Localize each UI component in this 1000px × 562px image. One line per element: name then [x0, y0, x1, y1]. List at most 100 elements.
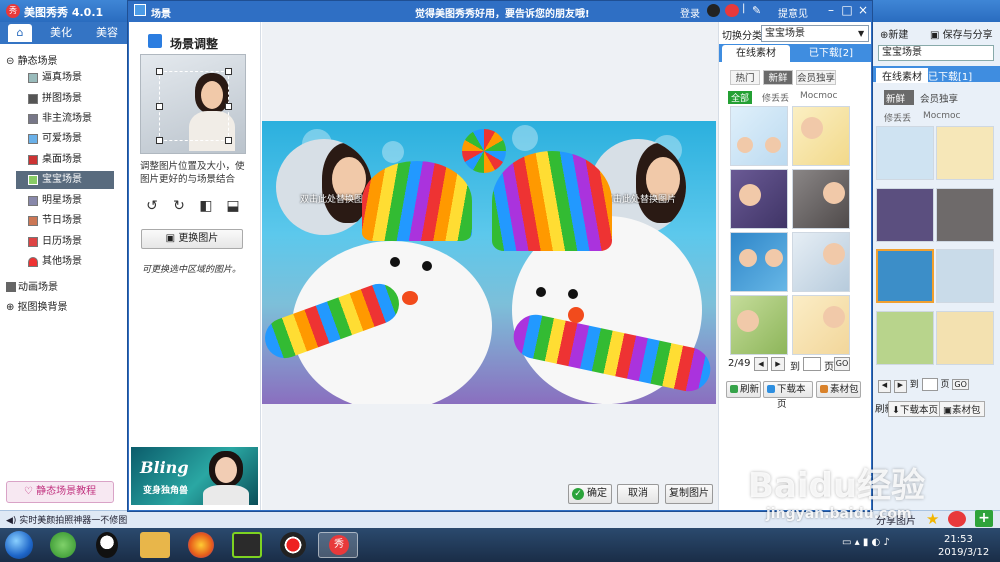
material-thumb[interactable] [792, 232, 850, 292]
download-page-button[interactable]: 下载本页 [763, 381, 813, 410]
go-button[interactable]: GO [834, 357, 850, 371]
static-scene-tutorial-button[interactable]: ♡ 静态场景教程 [6, 481, 114, 503]
filter-xiudiudiu[interactable]: 修丢丢 [762, 91, 789, 104]
tab-downloaded[interactable]: 已下载[2] [795, 45, 867, 62]
start-button-icon[interactable] [5, 531, 33, 559]
screen-recorder-icon[interactable] [280, 532, 306, 558]
refresh-button[interactable]: 刷新 [726, 381, 761, 398]
page-number-input[interactable] [803, 357, 821, 371]
new-button[interactable]: ⊕新建 [880, 26, 908, 41]
login-link[interactable]: 登录 [680, 5, 700, 20]
category-select[interactable]: 宝宝场景 [761, 25, 869, 42]
subtab-new[interactable]: 新鲜 [763, 70, 793, 85]
add-icon[interactable]: + [975, 510, 993, 527]
qq-icon[interactable] [96, 532, 118, 558]
tree-group-animated[interactable]: 动画场景 [6, 278, 58, 293]
tab-meirong[interactable]: 美容 [86, 24, 128, 42]
clock-time[interactable]: 21:53 [944, 534, 973, 545]
resize-handle[interactable] [225, 137, 232, 144]
sidebar-item-realistic[interactable]: 逼真场景 [16, 69, 114, 87]
media-player-icon[interactable] [232, 532, 262, 558]
main-material-pack-button[interactable]: ▣素材包 [939, 401, 985, 417]
flip-horizontal-icon[interactable]: ◧ [197, 198, 215, 214]
sidebar-item-nonmainstream[interactable]: 非主流场景 [16, 110, 114, 128]
main-download-page-button[interactable]: ⬇下载本页 [888, 401, 942, 417]
tab-meihua[interactable]: 美化 [40, 24, 82, 42]
sidebar-item-cute[interactable]: 可爱场景 [16, 130, 114, 148]
tree-group-cutout[interactable]: ⊕ 抠图换背景 [6, 298, 68, 313]
qq-icon[interactable] [707, 4, 720, 17]
main-filter-mocmoc[interactable]: Mocmoc [923, 111, 960, 121]
rotate-left-icon[interactable]: ↺ [143, 198, 161, 214]
subtab-hot[interactable]: 热门 [730, 70, 760, 85]
main-category-select[interactable]: 宝宝场景 [878, 45, 994, 61]
save-share-button[interactable]: ▣ 保存与分享 [930, 26, 993, 41]
resize-handle[interactable] [225, 68, 232, 75]
sidebar-item-festival[interactable]: 节日场景 [16, 212, 114, 230]
tree-group-static[interactable]: ⊝ 静态场景 [6, 52, 58, 67]
feedback-link[interactable]: 提意见 [778, 5, 808, 20]
material-thumb[interactable] [730, 295, 788, 355]
next-page-button[interactable]: ▶ [771, 357, 785, 371]
copy-image-button[interactable]: 复制图片 [665, 484, 713, 504]
sidebar-item-collage[interactable]: 拼图场景 [16, 90, 114, 108]
main-material-thumb[interactable] [876, 126, 934, 180]
resize-handle[interactable] [156, 103, 163, 110]
maximize-icon[interactable]: □ [840, 3, 854, 17]
main-material-thumb[interactable] [936, 249, 994, 303]
main-material-thumb[interactable] [936, 188, 994, 242]
material-thumb[interactable] [730, 169, 788, 229]
sidebar-item-other[interactable]: 其他场景 [16, 253, 114, 271]
skin-icon[interactable]: ✎ [752, 4, 766, 17]
main-tab-downloaded[interactable]: 已下载[1] [928, 68, 972, 83]
rotate-right-icon[interactable]: ↻ [170, 198, 188, 214]
main-material-thumb[interactable] [876, 311, 934, 365]
clock-date[interactable]: 2019/3/12 [938, 547, 989, 558]
main-tab-online[interactable]: 在线素材 [876, 68, 928, 83]
material-thumb[interactable] [792, 106, 850, 166]
main-subtab-new[interactable]: 新鲜 [886, 91, 905, 105]
main-material-thumb[interactable] [936, 311, 994, 365]
main-go-button[interactable]: GO [952, 379, 969, 390]
sidebar-item-desktop[interactable]: 桌面场景 [16, 151, 114, 169]
cancel-button[interactable]: 取消 [617, 484, 659, 504]
app-360-icon[interactable] [50, 532, 76, 558]
firefox-icon[interactable] [188, 532, 214, 558]
main-material-thumb[interactable] [876, 188, 934, 242]
material-thumb[interactable] [792, 169, 850, 229]
home-tab-icon[interactable]: ⌂ [8, 24, 32, 42]
prev-page-button[interactable]: ◀ [754, 357, 768, 371]
main-filter-xiu[interactable]: 修丢丢 [884, 111, 911, 124]
material-thumb[interactable] [730, 232, 788, 292]
sidebar-item-calendar[interactable]: 日历场景 [16, 233, 114, 251]
main-material-thumb[interactable] [936, 126, 994, 180]
chevron-down-icon[interactable]: ▼ [858, 29, 864, 38]
flip-vertical-icon[interactable]: ⬓ [224, 198, 242, 214]
tab-online-materials[interactable]: 在线素材 [722, 45, 790, 62]
resize-handle[interactable] [156, 137, 163, 144]
crop-frame[interactable] [159, 71, 229, 141]
replace-image-button[interactable]: ▣ 更换图片 [141, 229, 243, 249]
main-material-thumb-selected[interactable] [876, 249, 934, 303]
main-page-input[interactable] [921, 378, 938, 391]
subtab-vip[interactable]: 会员独享 [796, 70, 836, 85]
minimize-icon[interactable]: – [824, 3, 838, 17]
main-prev-page-button[interactable]: ◀ [878, 380, 891, 393]
filter-mocmoc[interactable]: Mocmoc [800, 91, 837, 101]
dialog-ad-text[interactable]: 觉得美图秀秀好用，要告诉您的朋友哦! [415, 5, 590, 20]
file-explorer-icon[interactable] [140, 532, 170, 558]
resize-handle[interactable] [225, 103, 232, 110]
material-thumb[interactable] [730, 106, 788, 166]
main-subtab-vip[interactable]: 会员独享 [920, 91, 958, 105]
photo-frame-left[interactable] [276, 139, 372, 235]
adjust-preview[interactable] [140, 54, 246, 154]
filter-all[interactable]: 全部 [728, 91, 753, 104]
star-icon[interactable]: ★ [926, 511, 942, 527]
scene-canvas-image[interactable]: 双击此处替换图片 双击此处替换图片 [262, 121, 716, 404]
resize-handle[interactable] [156, 68, 163, 75]
tray-icons[interactable]: ▭ ▴ ▮ ◐ ♪ [842, 537, 890, 548]
weibo-icon[interactable] [725, 4, 739, 17]
sidebar-item-baby[interactable]: 宝宝场景 [16, 171, 114, 189]
weibo-icon[interactable] [948, 511, 966, 527]
sidebar-item-star[interactable]: 明星场景 [16, 192, 114, 210]
